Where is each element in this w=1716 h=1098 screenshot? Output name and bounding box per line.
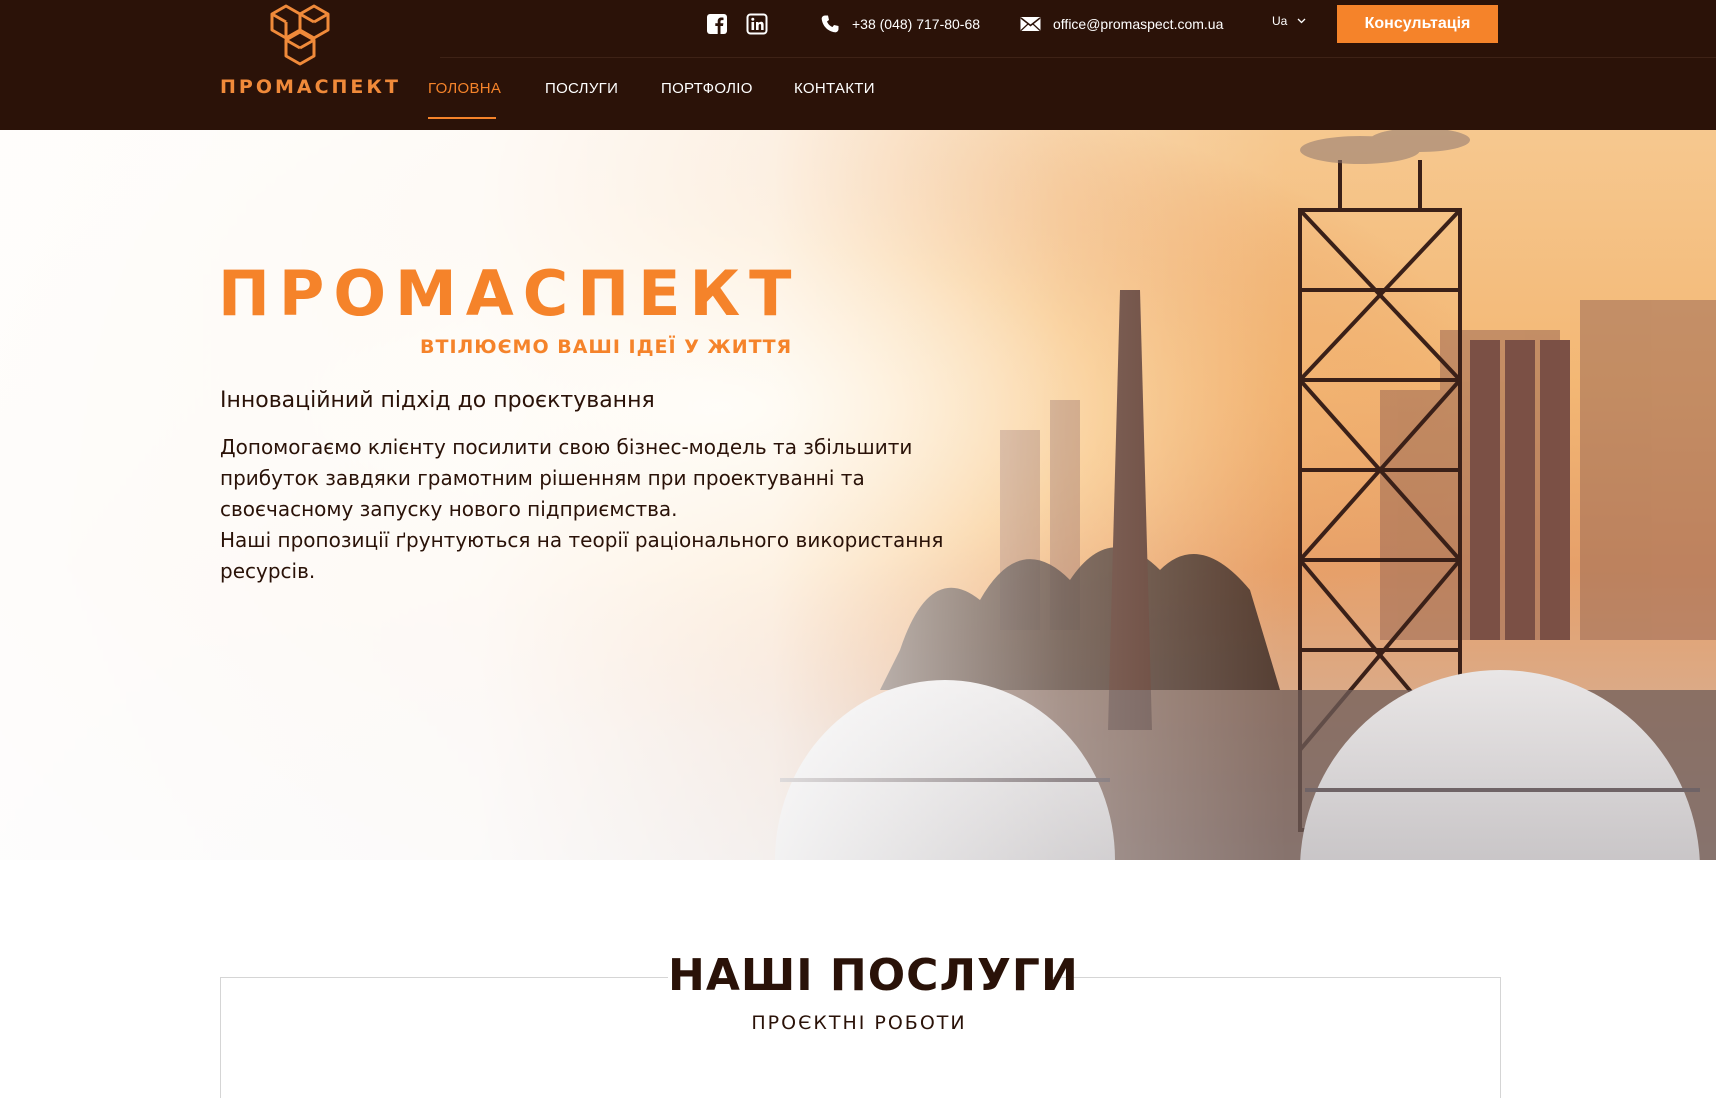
consultation-button[interactable]: Консультація [1337,5,1498,43]
hero-paragraph-1: Допомогаємо клієнту посилити свою бізнес… [220,435,913,521]
language-current: Ua [1272,14,1288,28]
header-email[interactable]: office@promaspect.com.ua [1020,12,1223,36]
phone-number: +38 (048) 717-80-68 [852,16,981,32]
header-phone[interactable]: +38 (048) 717-80-68 [820,12,980,36]
site-header: ПРОМАСПЕКТ +38 (048) 717-80-68 office@pr… [0,0,1716,130]
nav-item-services[interactable]: ПОСЛУГИ [545,80,618,97]
nav-item-portfolio[interactable]: ПОРТФОЛІО [661,80,753,97]
hero-description: Допомогаємо клієнту посилити свою бізнес… [220,432,960,587]
nav-item-home[interactable]: ГОЛОВНА [428,80,501,97]
hero-brand-tagline: ВТІЛЮЄМО ВАШІ ІДЕЇ У ЖИТТЯ [420,336,793,358]
hero-brand-title: ПРОМАСПЕКТ [218,257,801,330]
hero-paragraph-2: Наші пропозиції ґрунтуються на теорії ра… [220,528,944,583]
logo-text: ПРОМАСПЕКТ [220,76,401,98]
chevron-down-icon [1297,18,1306,24]
linkedin-icon[interactable] [746,13,768,35]
logo-cube-icon [270,4,330,66]
nav-item-contacts[interactable]: КОНТАКТИ [794,80,875,97]
nav-active-indicator [428,117,496,119]
services-subheading: ПРОЄКТНІ РОБОТИ [751,1012,967,1034]
envelope-icon [1020,17,1041,31]
site-logo[interactable]: ПРОМАСПЕКТ [220,4,398,104]
language-selector[interactable]: Ua [1272,14,1306,28]
header-divider [440,57,1716,58]
hero-section: ПРОМАСПЕКТ ВТІЛЮЄМО ВАШІ ІДЕЇ У ЖИТТЯ Ін… [0,130,1716,860]
phone-icon [821,15,839,33]
facebook-icon[interactable] [706,13,728,35]
services-heading: НАШІ ПОСЛУГИ [668,950,1079,1001]
email-address: office@promaspect.com.ua [1053,16,1224,32]
hero-subtitle: Інноваційний підхід до проєктування [220,388,655,413]
